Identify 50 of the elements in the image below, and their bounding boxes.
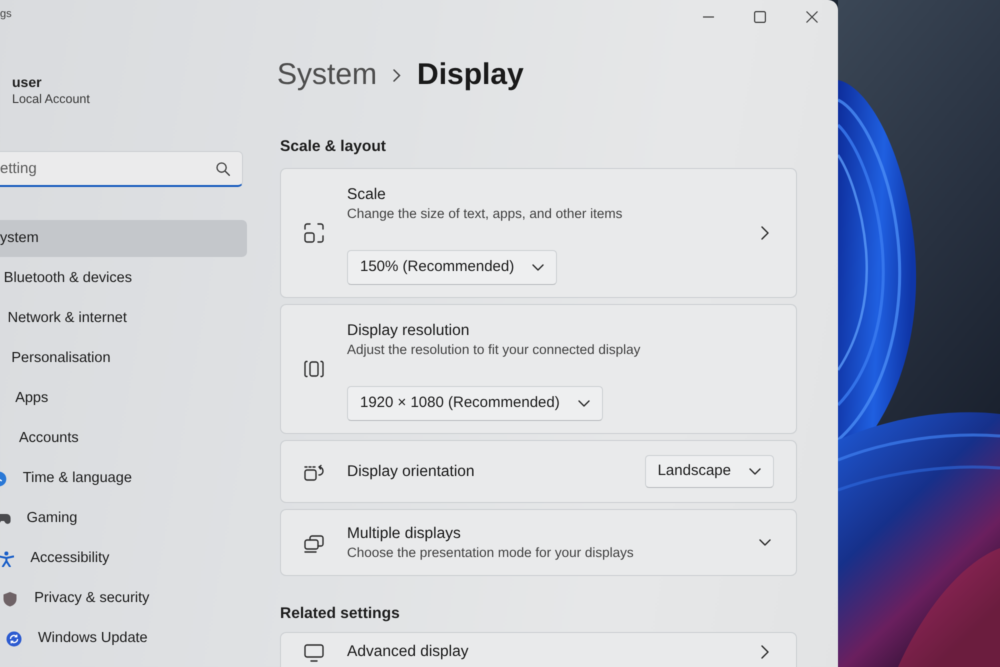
section-heading: Scale & layout xyxy=(280,137,387,157)
maximize-icon xyxy=(754,11,766,23)
section-heading: Related settings xyxy=(280,604,401,624)
setting-description: Change the size of text, apps, and other items xyxy=(347,205,622,223)
sync-icon xyxy=(6,630,22,646)
chevron-down-icon xyxy=(532,264,544,271)
chevron-right-icon xyxy=(393,68,402,82)
sidebar-item[interactable]: Accessibility xyxy=(0,540,247,577)
setting-title: Advanced display xyxy=(347,642,468,661)
sidebar-item[interactable]: Apps xyxy=(0,380,247,417)
account-type: Local Account xyxy=(12,91,91,108)
settings-card[interactable]: Advanced display xyxy=(280,632,797,667)
clock-icon xyxy=(0,470,7,486)
settings-card[interactable]: Multiple displays Choose the presentation mode for your displays xyxy=(280,509,797,576)
setting-title: Display resolution xyxy=(347,321,470,340)
dropdown-button[interactable]: 150% (Recommended) xyxy=(347,250,558,285)
two-monitors-icon xyxy=(304,532,324,552)
sidebar-item[interactable]: Personalisation xyxy=(0,340,247,377)
settings-card[interactable]: Scale Change the size of text, apps, and other items 150% (Recommended) xyxy=(280,168,797,298)
dropdown-button[interactable]: Landscape xyxy=(644,455,774,488)
setting-description: Choose the presentation mode for your displays xyxy=(347,544,634,562)
setting-title: Scale xyxy=(347,185,386,204)
sidebar-item[interactable]: Gaming xyxy=(0,500,247,537)
page-title: Display xyxy=(417,57,524,93)
sidebar-item[interactable]: Accounts xyxy=(0,420,247,457)
account-name: user xyxy=(12,73,43,91)
chevron-right-icon xyxy=(761,645,769,659)
dropdown-button[interactable]: 1920 × 1080 (Recommended) xyxy=(347,386,603,421)
resolution-icon xyxy=(304,359,324,379)
setting-description: Adjust the resolution to fit your connected display xyxy=(347,341,640,359)
breadcrumb-link[interactable]: System xyxy=(277,55,378,95)
chevron-down-icon xyxy=(749,468,761,475)
sidebar-item[interactable]: Time & language xyxy=(0,460,247,497)
sidebar-item[interactable]: ystem xyxy=(0,220,247,257)
sidebar-item[interactable]: Windows Update xyxy=(0,620,247,657)
setting-title: Multiple displays xyxy=(347,524,461,542)
sidebar-item[interactable]: Bluetooth & devices xyxy=(0,260,247,297)
minimize-icon xyxy=(702,16,714,18)
shield-icon xyxy=(2,590,18,606)
search-field[interactable]: etting xyxy=(0,151,243,187)
accessibility-icon xyxy=(0,550,14,566)
window-title: gs xyxy=(0,7,12,21)
sidebar-item[interactable]: Network & internet xyxy=(0,300,247,337)
scale-icon xyxy=(304,223,324,243)
sidebar-item[interactable]: Privacy & security xyxy=(0,580,247,617)
close-icon xyxy=(806,11,818,23)
setting-title: Display orientation xyxy=(347,462,475,481)
search-icon xyxy=(216,162,230,176)
chevron-down-icon xyxy=(578,400,590,407)
monitor-icon xyxy=(304,643,324,663)
